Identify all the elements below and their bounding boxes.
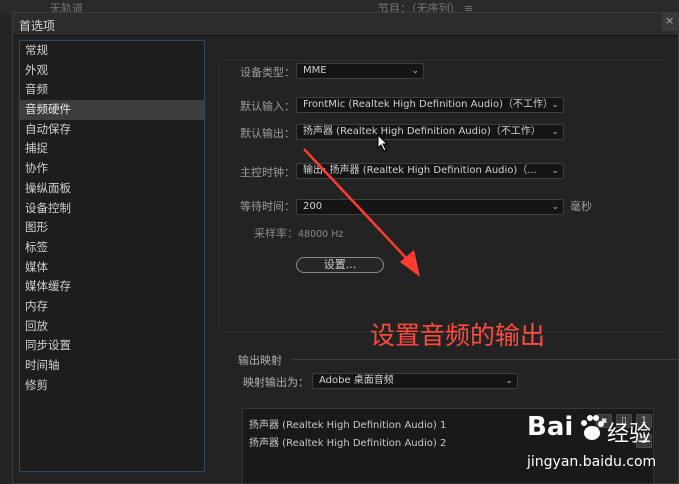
watermark-brand: Bai <box>527 412 574 442</box>
watermark-brand-suffix: 经验 <box>607 422 652 447</box>
baidu-watermark: Bai 经验 jingyan.baidu.com <box>527 410 677 480</box>
baidu-paw-icon <box>581 415 604 440</box>
watermark-url: jingyan.baidu.com <box>527 454 657 470</box>
mouse-cursor-icon <box>377 134 389 152</box>
annotation-text: 设置音频的输出 <box>370 321 546 350</box>
